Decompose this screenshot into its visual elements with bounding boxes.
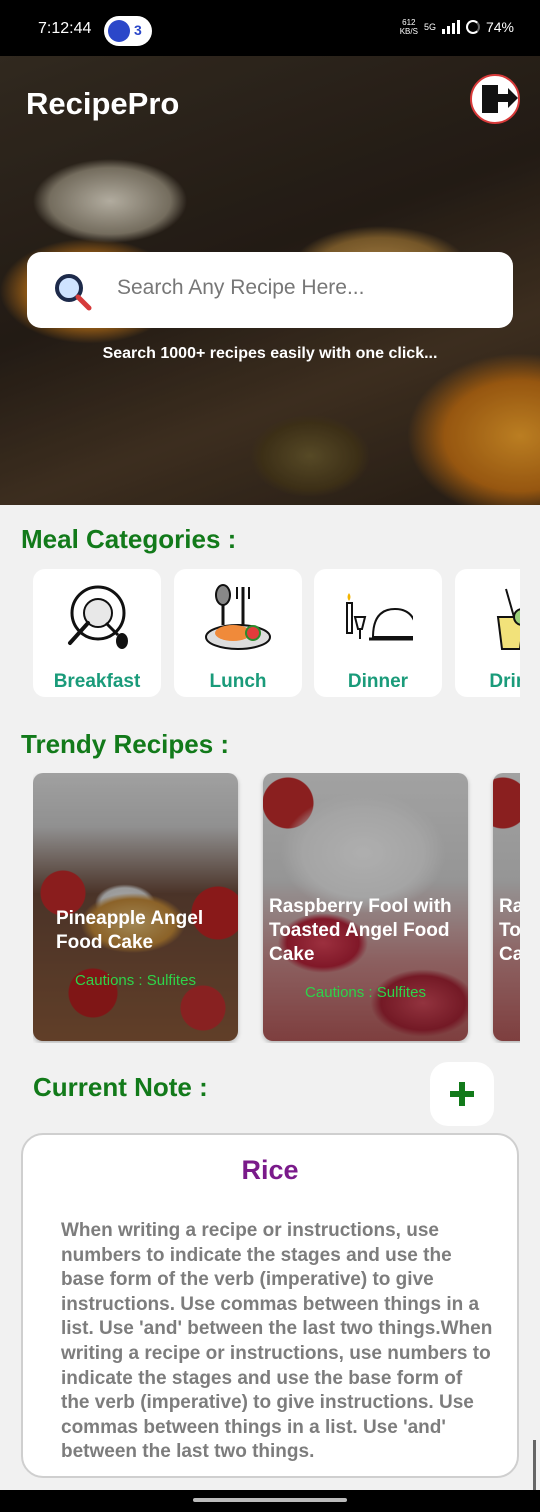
network-speed-value: 612 [402,18,416,27]
category-label: Breakfast [53,671,141,692]
search-placeholder: Search Any Recipe Here... [117,276,365,299]
status-time: 7:12:44 [38,20,92,37]
note-heading: Rice [241,1155,299,1185]
notification-count: 3 [134,22,142,38]
plus-icon-vertical [459,1082,465,1106]
trendy-recipe-list[interactable]: Pineapple Angel Food Cake Cautions : Sul… [33,773,520,1043]
category-label: Dinner [347,671,409,692]
recipe-card[interactable]: Pineapple Angel Food Cake Cautions : Sul… [33,773,238,1041]
battery-icon [465,20,480,34]
battery-level: 74% [485,19,514,35]
categories-title: Meal Categories : [21,524,237,554]
category-list[interactable]: Breakfast Lunch Dinner Dri [33,569,520,697]
trendy-title: Trendy Recipes : [21,729,230,759]
search-input[interactable]: Search Any Recipe Here... [27,252,513,328]
dinner-icon [346,593,413,641]
hero-header: RecipePro Search Any Recipe Here... Sear… [0,56,540,505]
search-caption: Search 1000+ recipes easily with one cli… [102,345,438,362]
network-speed: 612 KB/S [400,18,418,36]
navigation-bar [0,1490,540,1512]
note-body: When writing a recipe or instructions, u… [61,1220,493,1463]
note-card[interactable]: Rice When writing a recipe or instructio… [21,1133,519,1478]
note-title: Current Note : [33,1072,208,1102]
recipe-card[interactable]: Raspberry Fool with Toasted Angel Food C… [493,773,520,1041]
recipe-name: Raspberry Fool with Toasted Angel Food C… [269,896,452,965]
category-dinner[interactable]: Dinner [314,569,442,697]
scrollbar[interactable] [533,1440,536,1492]
network-type: 5G [423,22,436,32]
home-gesture-handle[interactable] [193,1498,347,1502]
notification-pill[interactable]: 3 [104,16,152,46]
app-title: RecipePro [26,86,180,121]
category-drinks[interactable]: Drinks [455,569,520,697]
status-right: 612 KB/S 5G 74% [400,18,514,36]
recipe-name: Raspberry Fool with Toasted Angel Food C… [499,896,520,965]
category-label: Drinks [489,671,520,692]
recipe-card[interactable]: Raspberry Fool with Toasted Angel Food C… [263,773,468,1041]
recipe-caution: Cautions : Sulfites [75,972,196,989]
status-bar: 7:12:44 3 612 KB/S 5G 74% [0,0,540,56]
lunch-icon [205,584,271,650]
category-lunch[interactable]: Lunch [174,569,302,697]
search-icon [55,274,92,311]
exit-arrow-head-icon [508,88,518,108]
signal-icon [441,20,460,34]
network-speed-unit: KB/S [399,27,418,36]
category-breakfast[interactable]: Breakfast [33,569,161,697]
add-note-button[interactable] [430,1062,494,1126]
recipe-caution: Cautions : Sulfites [305,984,426,1001]
breakfast-icon [68,585,128,649]
wifi-calling-icon [108,20,130,42]
logout-button[interactable] [470,74,520,124]
recipe-name: Pineapple Angel Food Cake [56,908,204,953]
category-label: Lunch [209,671,267,692]
drinks-icon [496,588,520,650]
